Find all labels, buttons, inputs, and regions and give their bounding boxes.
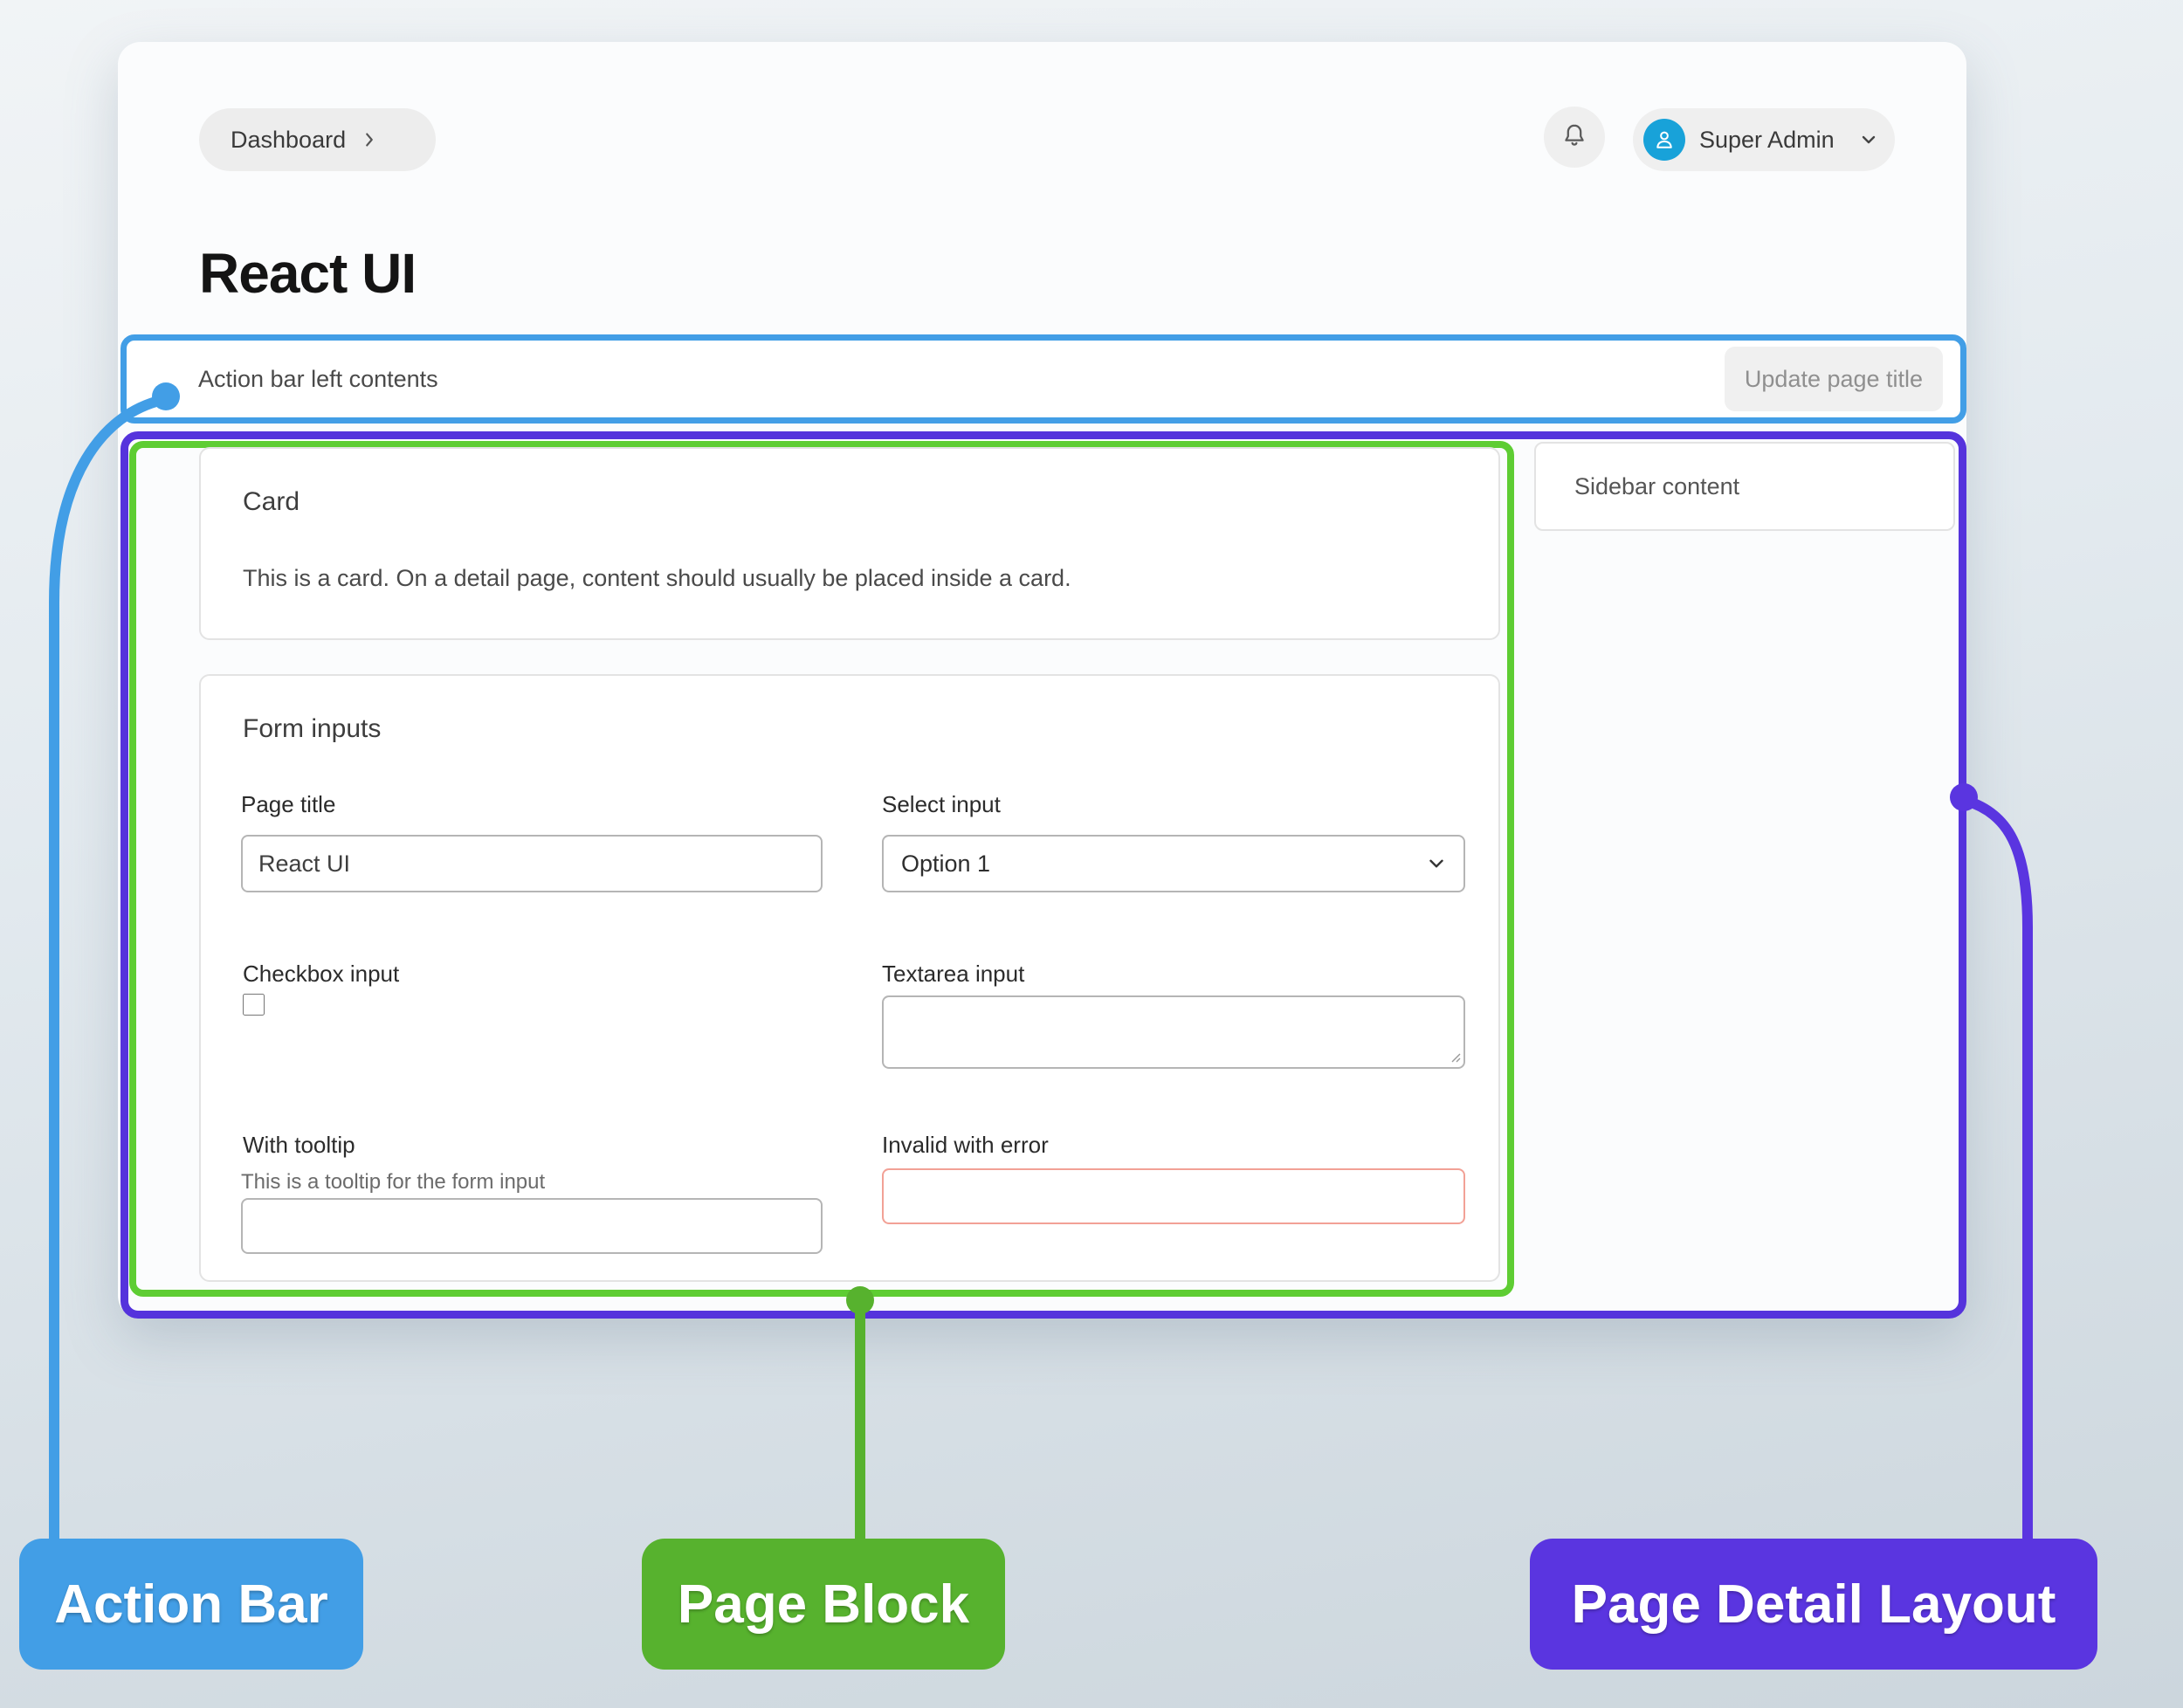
page-title: React UI — [199, 241, 416, 306]
form-inputs-card: Form inputs Page title Select input Opti… — [199, 674, 1500, 1282]
select-input[interactable]: Option 1 — [882, 835, 1465, 892]
card: Card This is a card. On a detail page, c… — [199, 447, 1500, 640]
invalid-field-input[interactable] — [882, 1168, 1465, 1224]
action-bar: Action bar left contents Update page tit… — [121, 334, 1966, 424]
update-page-title-button[interactable]: Update page title — [1725, 347, 1943, 411]
screenshot-canvas: Dashboard Super Admin React UI Action ba… — [0, 0, 2183, 1708]
sidebar-content-card: Sidebar content — [1534, 442, 1955, 531]
select-value: Option 1 — [901, 851, 1425, 878]
sidebar-content-text: Sidebar content — [1574, 473, 1739, 500]
bell-icon — [1559, 121, 1590, 153]
card-title: Card — [243, 487, 300, 517]
card-body-text: This is a card. On a detail page, conten… — [243, 565, 1071, 592]
page-detail-layout-badge: Page Detail Layout — [1530, 1539, 2097, 1670]
chevron-down-icon — [1425, 852, 1448, 875]
invalid-field-label: Invalid with error — [882, 1132, 1049, 1159]
page-block-badge: Page Block — [642, 1539, 1005, 1670]
checkbox-input[interactable] — [243, 994, 265, 1016]
page-title-field-label: Page title — [241, 791, 335, 818]
page-detail-connector-line — [1966, 801, 2028, 1544]
checkbox-field-label: Checkbox input — [243, 961, 399, 988]
user-icon — [1651, 127, 1677, 153]
notifications-button[interactable] — [1544, 107, 1605, 168]
select-field-label: Select input — [882, 791, 1001, 818]
page-title-input[interactable] — [241, 835, 823, 892]
chevron-right-icon — [360, 130, 379, 149]
tooltip-field-label: With tooltip — [243, 1132, 355, 1159]
action-bar-badge: Action Bar — [19, 1539, 363, 1670]
textarea-field-label: Textarea input — [882, 961, 1024, 988]
textarea-input[interactable] — [882, 995, 1465, 1069]
breadcrumb-label: Dashboard — [231, 127, 346, 154]
tooltip-field-input[interactable] — [241, 1198, 823, 1254]
form-inputs-title: Form inputs — [243, 714, 381, 744]
user-menu[interactable]: Super Admin — [1633, 108, 1895, 171]
tooltip-text: This is a tooltip for the form input — [241, 1170, 545, 1195]
chevron-down-icon — [1858, 129, 1879, 150]
user-name: Super Admin — [1699, 127, 1844, 154]
action-bar-left-text: Action bar left contents — [198, 366, 1725, 393]
breadcrumb[interactable]: Dashboard — [199, 108, 436, 171]
avatar — [1643, 119, 1685, 161]
